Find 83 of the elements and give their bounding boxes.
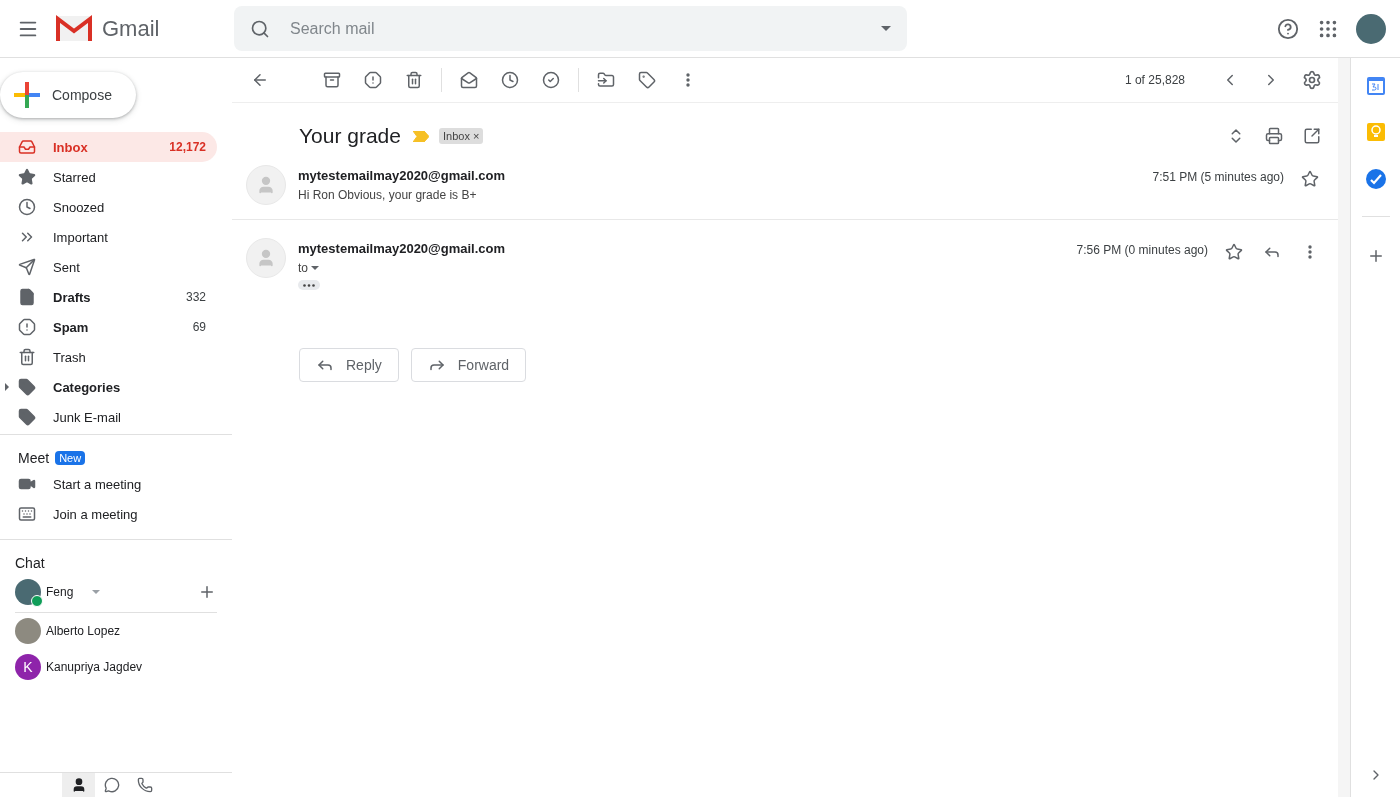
search-field[interactable]: Search mail bbox=[234, 6, 907, 51]
star-icon bbox=[1301, 170, 1319, 188]
trash-icon bbox=[18, 348, 36, 366]
document-icon bbox=[18, 288, 36, 306]
caret-icon bbox=[92, 590, 101, 594]
ellipsis-icon bbox=[303, 283, 315, 287]
section-title: Chat bbox=[15, 555, 45, 571]
tag-icon bbox=[638, 71, 656, 89]
sidebar-item[interactable]: Drafts 332 bbox=[0, 282, 217, 312]
square-arrow-out-up-right-icon bbox=[1303, 127, 1321, 145]
more-vertical-icon bbox=[686, 73, 690, 87]
chat-contact[interactable]: Alberto Lopez bbox=[15, 613, 217, 649]
unread-count: 12,172 bbox=[169, 140, 206, 154]
spam-icon bbox=[18, 318, 36, 336]
meet-item[interactable]: Start a meeting bbox=[18, 469, 232, 499]
search-input[interactable]: Search mail bbox=[288, 18, 863, 39]
sidebar-item[interactable]: Categories bbox=[0, 372, 217, 402]
sidebar-item[interactable]: Starred bbox=[0, 162, 217, 192]
compose-button[interactable]: Compose bbox=[0, 72, 136, 118]
show-trimmed-button[interactable] bbox=[298, 280, 320, 290]
inbox-icon bbox=[18, 138, 36, 156]
tasks-icon[interactable] bbox=[1365, 169, 1386, 189]
star-icon bbox=[1225, 243, 1243, 261]
archive-icon bbox=[323, 71, 341, 89]
sidebar-item[interactable]: Spam 69 bbox=[0, 312, 217, 342]
keyboard-icon bbox=[18, 505, 36, 523]
chat-contact[interactable]: K Kanupriya Jagdev bbox=[15, 649, 217, 685]
settings-icon bbox=[1302, 70, 1322, 90]
star-icon bbox=[18, 168, 36, 186]
person-icon bbox=[256, 248, 276, 268]
octagon-alert-icon bbox=[364, 71, 382, 89]
chat-bubble-icon bbox=[103, 777, 120, 793]
label-chip: Inbox × bbox=[439, 128, 484, 144]
unread-count: 332 bbox=[185, 290, 206, 304]
printer-icon bbox=[1265, 127, 1283, 145]
contact-avatar: K bbox=[15, 654, 41, 680]
circle-check-icon bbox=[542, 71, 560, 89]
caret-icon bbox=[311, 266, 319, 270]
unread-count: 69 bbox=[192, 320, 206, 334]
circle-question-mark-icon bbox=[1277, 17, 1299, 40]
sidebar-item[interactable]: Important bbox=[0, 222, 217, 252]
plus-icon bbox=[198, 583, 216, 601]
account-avatar[interactable] bbox=[1356, 13, 1386, 44]
email-subject: Your grade bbox=[299, 124, 401, 148]
sidebar-item[interactable]: Trash bbox=[0, 342, 217, 372]
gmail-logo-icon bbox=[56, 15, 92, 42]
chat-tab[interactable] bbox=[62, 773, 95, 797]
more-vertical-icon bbox=[1308, 245, 1312, 259]
mail-open-icon bbox=[460, 71, 478, 89]
search-icon bbox=[250, 18, 270, 39]
message-snippet: Hi Ron Obvious, your grade is B+ bbox=[298, 188, 478, 202]
sender-email: mytestemailmay2020@gmail.com bbox=[298, 241, 507, 256]
contact-avatar bbox=[15, 618, 41, 644]
calendar-icon[interactable] bbox=[1366, 75, 1385, 95]
user-name: Feng bbox=[46, 585, 74, 599]
new-badge: New bbox=[55, 451, 86, 465]
pagination-text: 1 of 25,828 bbox=[1124, 73, 1185, 87]
phone-icon bbox=[136, 777, 153, 793]
product-name: Gmail bbox=[102, 15, 160, 42]
caret-icon bbox=[881, 26, 891, 31]
folder-input-icon bbox=[597, 71, 615, 89]
send-icon bbox=[18, 258, 36, 276]
trash2-icon bbox=[405, 71, 423, 89]
reply-button[interactable]: Reply bbox=[299, 348, 399, 382]
label-icon bbox=[18, 408, 36, 426]
clock-icon bbox=[501, 71, 519, 89]
message-time: 7:51 PM (5 minutes ago) bbox=[1152, 170, 1284, 184]
forward-button[interactable]: Forward bbox=[410, 348, 527, 382]
section-title: Meet bbox=[18, 450, 50, 466]
clock-icon bbox=[18, 198, 36, 216]
sidebar-item[interactable]: Junk E-mail bbox=[0, 402, 217, 432]
sidebar-item[interactable]: Inbox 12,172 bbox=[0, 132, 217, 162]
meet-item[interactable]: Join a meeting bbox=[18, 499, 232, 529]
recipients-toggle[interactable]: to bbox=[298, 261, 1077, 275]
help-button[interactable] bbox=[1276, 16, 1300, 41]
sidebar-item[interactable]: Sent bbox=[0, 252, 217, 282]
label-icon bbox=[18, 378, 36, 396]
expand-icon bbox=[5, 383, 9, 391]
sender-email: mytestemailmay2020@gmail.com bbox=[298, 168, 507, 183]
message-time: 7:56 PM (0 minutes ago) bbox=[1076, 243, 1208, 257]
person-icon bbox=[256, 175, 276, 195]
plus-icon bbox=[14, 82, 40, 108]
sidebar-item[interactable]: Snoozed bbox=[0, 192, 217, 222]
